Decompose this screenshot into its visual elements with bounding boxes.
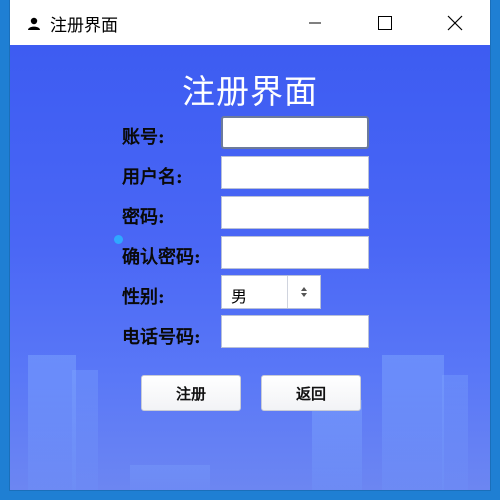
background-building [382, 355, 444, 490]
confirm-password-label: 确认密码: [122, 247, 201, 268]
minimize-button[interactable] [280, 0, 350, 45]
close-button[interactable] [420, 0, 490, 45]
account-label: 账号: [122, 127, 165, 148]
register-window: 注册界面 注册界面 账号: 用户名: 密码: 确认密码: 性别: 男 电话号码:… [10, 0, 490, 490]
minimize-icon [309, 22, 321, 23]
background-building [72, 370, 98, 490]
gender-selected-value: 男 [231, 287, 248, 306]
background-building [130, 465, 210, 490]
close-icon [447, 15, 463, 30]
window-title: 注册界面 [50, 16, 118, 36]
maximize-icon [378, 15, 392, 30]
username-input[interactable] [221, 156, 369, 189]
maximize-button[interactable] [350, 0, 420, 45]
register-button[interactable]: 注册 [141, 375, 241, 411]
back-button[interactable]: 返回 [261, 375, 361, 411]
gender-select[interactable]: 男 [221, 275, 321, 309]
phone-label: 电话号码: [122, 327, 201, 348]
user-icon [27, 16, 41, 30]
account-input[interactable] [221, 116, 369, 149]
spin-arrows-icon[interactable] [287, 276, 320, 308]
username-label: 用户名: [122, 167, 183, 188]
gender-label: 性别: [122, 287, 165, 308]
form-heading: 注册界面 [182, 72, 318, 111]
phone-input[interactable] [221, 315, 369, 348]
password-input[interactable] [221, 196, 369, 229]
cursor-dot [114, 235, 123, 244]
confirm-password-input[interactable] [221, 236, 369, 269]
background-building [312, 400, 362, 490]
title-bar[interactable]: 注册界面 [10, 0, 490, 45]
background-building [28, 355, 76, 490]
background-building [442, 375, 468, 490]
form-panel: 注册界面 账号: 用户名: 密码: 确认密码: 性别: 男 电话号码: 注册 返… [10, 45, 490, 490]
password-label: 密码: [122, 207, 165, 228]
